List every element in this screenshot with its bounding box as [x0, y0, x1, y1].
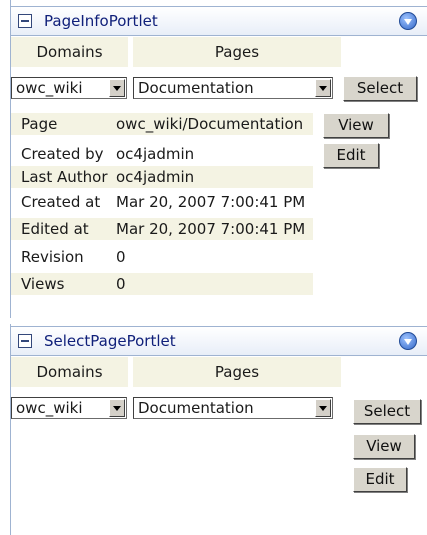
info-value: owc_wiki/Documentation — [116, 115, 304, 133]
info-value: 0 — [116, 275, 126, 293]
select-button[interactable]: Select — [353, 399, 421, 424]
portlet-header: SelectPagePortlet — [11, 326, 427, 356]
info-row-created-by: Created by oc4jadmin — [11, 143, 313, 165]
info-label: Edited at — [21, 220, 89, 238]
domain-select[interactable]: owc_wiki — [11, 397, 127, 419]
page-select[interactable]: Documentation — [133, 397, 333, 419]
pages-column-header: Pages — [133, 37, 341, 67]
collapse-icon[interactable] — [18, 14, 32, 28]
info-row-page: Page owc_wiki/Documentation — [11, 113, 313, 135]
chevron-down-icon[interactable] — [315, 79, 331, 97]
select-button[interactable]: Select — [343, 76, 417, 101]
info-label: Created at — [21, 193, 101, 211]
page-select-value: Documentation — [138, 79, 254, 97]
info-label: Page — [21, 115, 58, 133]
info-label: Views — [21, 275, 65, 293]
view-button[interactable]: View — [323, 113, 389, 138]
domain-select[interactable]: owc_wiki — [11, 77, 127, 99]
info-row-last-author: Last Author oc4jadmin — [11, 166, 313, 188]
portlet-header: PageInfoPortlet — [11, 6, 427, 36]
page-select[interactable]: Documentation — [133, 77, 333, 99]
info-label: Revision — [21, 248, 84, 266]
info-row-revision: Revision 0 — [11, 246, 313, 268]
view-button[interactable]: View — [353, 434, 415, 459]
chevron-down-icon[interactable] — [109, 399, 125, 417]
portlet-title: SelectPagePortlet — [44, 332, 176, 350]
page-select-value: Documentation — [138, 399, 254, 417]
collapse-icon[interactable] — [18, 334, 32, 348]
domains-column-header: Domains — [11, 357, 128, 387]
domain-select-value: owc_wiki — [16, 399, 83, 417]
info-value: Mar 20, 2007 7:00:41 PM — [116, 220, 306, 238]
chevron-down-icon[interactable] — [315, 399, 331, 417]
info-row-views: Views 0 — [11, 273, 313, 295]
info-value: 0 — [116, 248, 126, 266]
edit-button[interactable]: Edit — [323, 143, 379, 168]
edit-button[interactable]: Edit — [353, 467, 407, 492]
page-info-portlet: PageInfoPortlet Domains Pages owc_wiki D… — [10, 0, 427, 318]
pages-column-header: Pages — [133, 357, 341, 387]
select-page-portlet: SelectPagePortlet Domains Pages owc_wiki… — [10, 324, 427, 535]
portlet-menu-icon[interactable] — [399, 12, 417, 30]
info-label: Created by — [21, 145, 104, 163]
domains-column-header: Domains — [11, 37, 128, 67]
info-value: oc4jadmin — [116, 168, 195, 186]
portlet-title: PageInfoPortlet — [44, 12, 158, 30]
info-row-created-at: Created at Mar 20, 2007 7:00:41 PM — [11, 191, 313, 213]
domain-select-value: owc_wiki — [16, 79, 83, 97]
info-value: Mar 20, 2007 7:00:41 PM — [116, 193, 306, 211]
chevron-down-icon[interactable] — [109, 79, 125, 97]
info-value: oc4jadmin — [116, 145, 195, 163]
info-row-edited-at: Edited at Mar 20, 2007 7:00:41 PM — [11, 218, 313, 240]
info-label: Last Author — [21, 168, 108, 186]
portlet-menu-icon[interactable] — [399, 332, 417, 350]
